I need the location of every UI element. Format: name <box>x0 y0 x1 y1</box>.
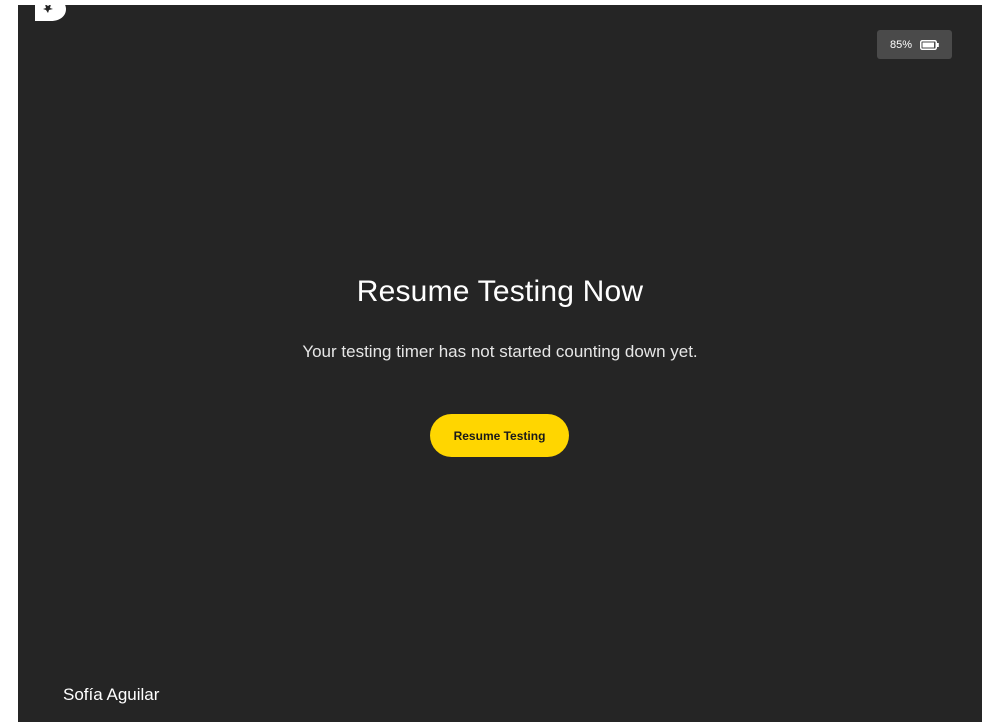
resume-testing-button[interactable]: Resume Testing <box>430 414 569 457</box>
battery-percentage: 85% <box>889 38 913 51</box>
page-title: Resume Testing Now <box>356 275 644 308</box>
app-logo-icon <box>33 5 67 23</box>
battery-icon <box>920 39 939 50</box>
test-screen: 85% Resume Testing Now Your testing time… <box>18 5 982 722</box>
battery-status: 85% <box>877 30 952 59</box>
user-name: Sofía Aguilar <box>63 685 160 704</box>
timer-status-message: Your testing timer has not started count… <box>302 342 698 361</box>
